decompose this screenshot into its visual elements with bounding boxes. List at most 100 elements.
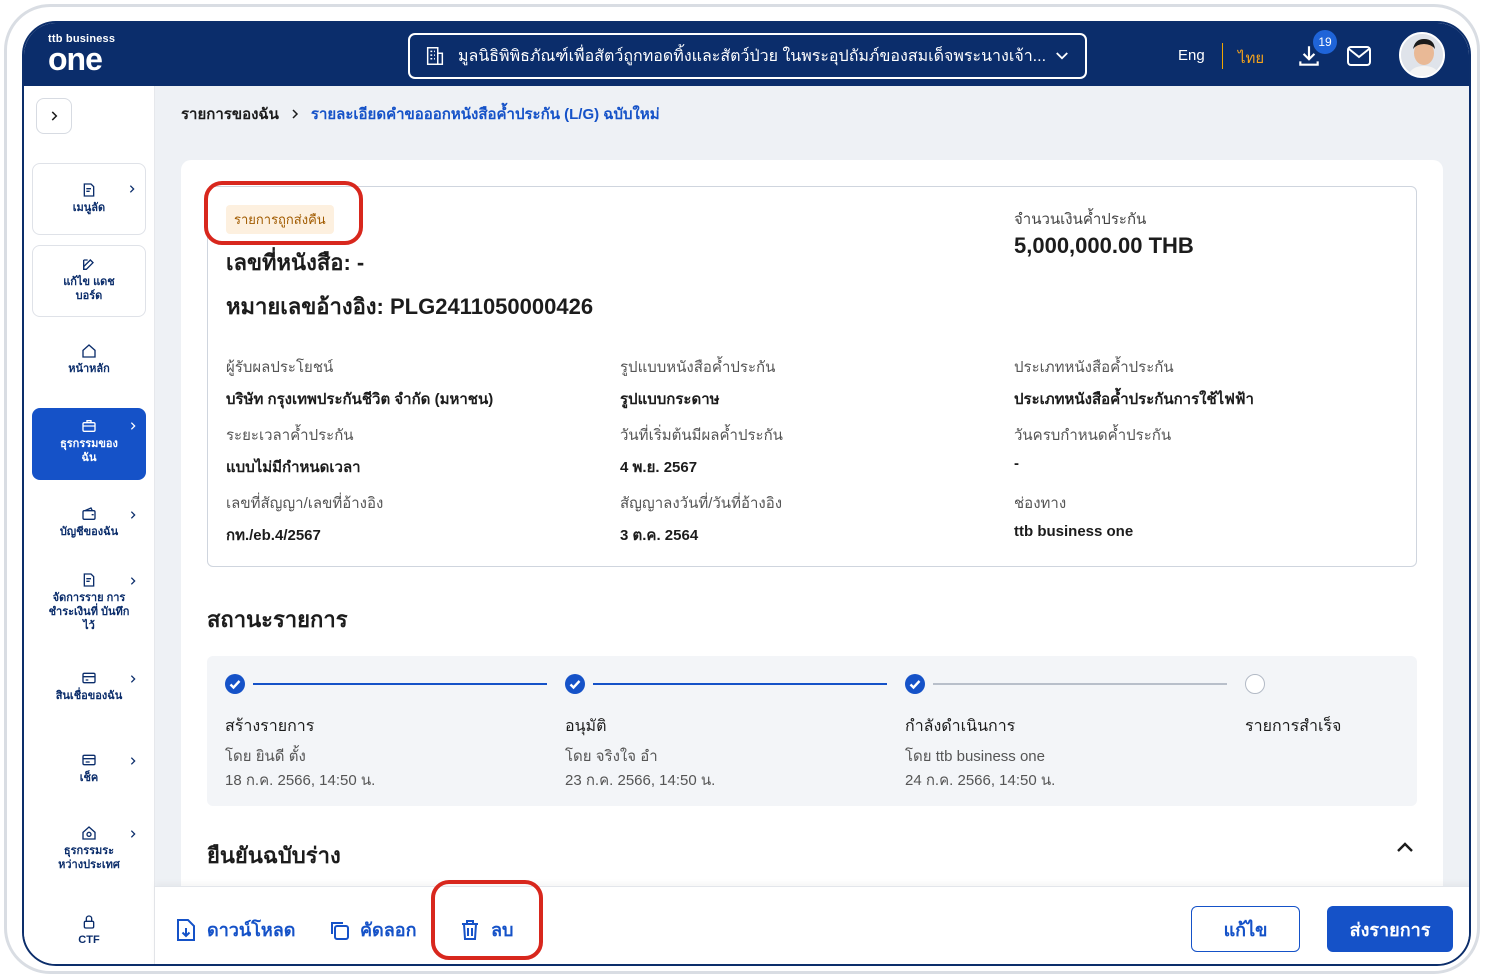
- progress-line: [593, 683, 887, 685]
- field-value: ประเภทหนังสือค้ำประกันการใช้ไฟฟ้า: [1014, 391, 1254, 408]
- submit-button[interactable]: ส่งรายการ: [1327, 906, 1453, 952]
- top-bar: ttb business one มูลนิธิพิพิธภัณฑ์เพื่อส…: [24, 23, 1469, 86]
- copy-label: คัดลอก: [360, 920, 417, 940]
- sidebar-item-saved-payments[interactable]: จัดการราย การชำระเงินที่ บันทึกไว้: [32, 572, 146, 644]
- sidebar-item-label: หน้าหลัก: [68, 363, 110, 375]
- sidebar-expand-button[interactable]: [36, 98, 72, 134]
- language-divider: [1222, 43, 1223, 69]
- chevron-right-icon: [51, 111, 58, 121]
- breadcrumb: รายการของฉัน รายละเอียดคำขอออกหนังสือค้ำ…: [181, 102, 660, 126]
- organization-selector[interactable]: มูลนิธิพิพิธภัณฑ์เพื่อสัตว์ถูกทอดทิ้งและ…: [408, 33, 1087, 79]
- lock-icon: [83, 915, 95, 929]
- edit-button[interactable]: แก้ไข: [1191, 906, 1300, 952]
- sidebar-item-edit-dashboard[interactable]: แก้ไข แดชบอร์ด: [32, 245, 146, 317]
- field-value: รูปแบบกระดาษ: [620, 391, 720, 408]
- field-value: ttb business one: [1014, 523, 1134, 540]
- device-frame: ttb business one มูลนิธิพิพิธภัณฑ์เพื่อส…: [4, 4, 1480, 974]
- field-label: ผู้รับผลประโยชน์: [226, 359, 334, 376]
- app-screen: ttb business one มูลนิธิพิพิธภัณฑ์เพื่อส…: [22, 21, 1471, 966]
- bank-globe-icon: [82, 826, 96, 840]
- sidebar-item-my-accounts[interactable]: บัญชีของฉัน: [32, 506, 146, 556]
- chevron-right-icon: [130, 830, 136, 838]
- avatar-portrait-icon: [1401, 34, 1443, 76]
- sidebar-item-home[interactable]: หน้าหลัก: [32, 341, 146, 391]
- copy-button[interactable]: คัดลอก: [328, 915, 416, 944]
- field-label: รูปแบบหนังสือค้ำประกัน: [620, 359, 776, 376]
- field-value: กท./eb.4/2567: [226, 527, 321, 544]
- field-value: แบบไม่มีกำหนดเวลา: [226, 459, 361, 476]
- sidebar-item-label: เช็ค: [79, 772, 99, 784]
- breadcrumb-current: รายละเอียดคำขอออกหนังสือค้ำประกัน (L/G) …: [310, 106, 660, 123]
- side-navigation: เมนูลัด แก้ไข แดชบอร์ด หน้าหลัก ธุรกรรมข…: [24, 86, 155, 964]
- field-channel: ช่องทาง ttb business one: [1014, 491, 1394, 540]
- field-value: 4 พ.ย. 2567: [620, 459, 698, 476]
- sidebar-item-label: ธุรกรรมระ หว่างประเทศ: [58, 845, 120, 871]
- field-start-date: วันที่เริ่มต้นมีผลค้ำประกัน 4 พ.ย. 2567: [620, 423, 1000, 479]
- progress-line: [253, 683, 547, 685]
- chevron-right-icon: [130, 422, 136, 430]
- sidebar-item-ctf[interactable]: CTF: [32, 914, 146, 954]
- sidebar-item-label: CTF: [78, 934, 100, 946]
- download-count-badge: 19: [1313, 30, 1337, 54]
- file-download-icon: [177, 918, 195, 941]
- chevron-right-icon: [130, 757, 136, 765]
- breadcrumb-root[interactable]: รายการของฉัน: [181, 102, 279, 126]
- sidebar-item-label: เมนูลัด: [72, 202, 106, 214]
- chevron-up-icon[interactable]: [1395, 840, 1415, 854]
- check-circle-icon: [225, 674, 245, 694]
- document-list-icon: [83, 573, 95, 587]
- language-thai[interactable]: ไทย: [1238, 46, 1264, 70]
- building-icon: [426, 47, 444, 65]
- status-section-title: สถานะรายการ: [207, 607, 348, 632]
- step-actor: โดย ttb business one: [905, 748, 1045, 765]
- step-date: 18 ก.ค. 2566, 14:50 น.: [225, 772, 376, 789]
- wallet-icon: [82, 507, 96, 520]
- mail-icon[interactable]: [1346, 45, 1372, 67]
- trash-icon: [462, 919, 478, 940]
- logo-big-text: one: [48, 41, 103, 77]
- check-circle-icon: [905, 674, 925, 694]
- download-label: ดาวน์โหลด: [207, 920, 296, 940]
- edit-icon: [83, 259, 94, 270]
- step-name: กำลังดำเนินการ: [905, 718, 1016, 735]
- step-date: 24 ก.ค. 2566, 14:50 น.: [905, 772, 1056, 789]
- sidebar-item-my-transactions[interactable]: ธุรกรรมของ ฉัน: [32, 408, 146, 480]
- guarantee-info-card: รายการถูกส่งคืน เลขที่หนังสือ: - หมายเลข…: [207, 186, 1417, 567]
- language-english[interactable]: Eng: [1178, 47, 1205, 64]
- field-value: บริษัท กรุงเทพประกันชีวิต จำกัด (มหาชน): [226, 391, 494, 408]
- chevron-right-icon: [130, 675, 136, 683]
- copy-icon: [331, 921, 349, 940]
- organization-name: มูลนิธิพิพิธภัณฑ์เพื่อสัตว์ถูกทอดทิ้งและ…: [458, 47, 1047, 65]
- amount-label: จำนวนเงินค้ำประกัน: [1014, 211, 1147, 228]
- document-icon: [83, 183, 95, 197]
- sidebar-item-label: ธุรกรรมของ ฉัน: [60, 438, 118, 464]
- step-name: อนุมัติ: [565, 718, 607, 735]
- progress-line: [933, 683, 1227, 685]
- sidebar-item-my-loans[interactable]: สินเชื่อของฉัน: [32, 670, 146, 720]
- step-name: สร้างรายการ: [225, 718, 315, 735]
- brand-logo[interactable]: ttb business one: [48, 33, 115, 77]
- chevron-right-icon: [292, 109, 298, 119]
- field-label: ระยะเวลาค้ำประกัน: [226, 427, 354, 444]
- document-number: เลขที่หนังสือ: -: [226, 250, 365, 275]
- sidebar-item-label: จัดการราย การชำระเงินที่ บันทึกไว้: [48, 592, 130, 632]
- user-avatar[interactable]: [1399, 32, 1445, 78]
- chevron-right-icon: [130, 511, 136, 519]
- briefcase-icon: [82, 420, 96, 432]
- step-date: 23 ก.ค. 2566, 14:50 น.: [565, 772, 716, 789]
- reference-number: หมายเลขอ้างอิง: PLG2411050000426: [226, 294, 594, 319]
- field-beneficiary: ผู้รับผลประโยชน์ บริษัท กรุงเทพประกันชีว…: [226, 355, 606, 411]
- download-button[interactable]: ดาวน์โหลด: [175, 915, 295, 944]
- sidebar-item-shortcut-menu[interactable]: เมนูลัด: [32, 163, 146, 235]
- sidebar-item-international[interactable]: ธุรกรรมระ หว่างประเทศ: [32, 825, 146, 885]
- sidebar-item-cheque[interactable]: เช็ค: [32, 752, 146, 802]
- cheque-icon: [82, 754, 96, 766]
- check-circle-icon: [565, 674, 585, 694]
- field-label: ประเภทหนังสือค้ำประกัน: [1014, 359, 1174, 376]
- sidebar-item-label: แก้ไข แดชบอร์ด: [63, 276, 115, 302]
- sidebar-item-label: สินเชื่อของฉัน: [55, 690, 123, 702]
- field-label: เลขที่สัญญา/เลขที่อ้างอิง: [226, 495, 384, 512]
- delete-button[interactable]: ลบ: [459, 915, 513, 944]
- main-content: รายการของฉัน รายละเอียดคำขอออกหนังสือค้ำ…: [155, 86, 1469, 900]
- field-guarantee-period: ระยะเวลาค้ำประกัน แบบไม่มีกำหนดเวลา: [226, 423, 606, 479]
